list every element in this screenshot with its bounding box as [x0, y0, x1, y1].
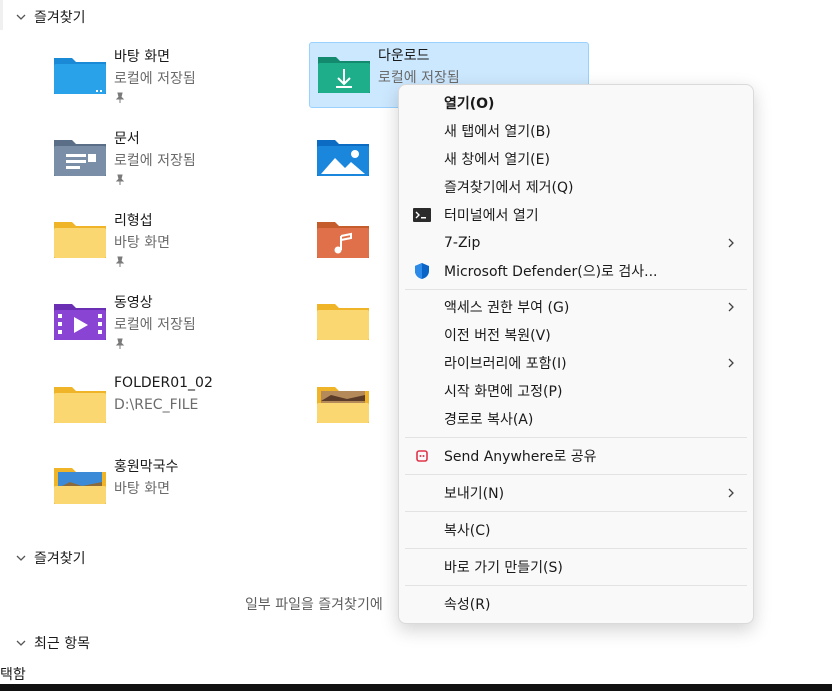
menu-item-grant-access[interactable]: 액세스 권한 부여 (G) [403, 294, 749, 320]
folder-name: 홍원막국수 [114, 459, 179, 475]
left-edge-line [0, 0, 3, 30]
taskbar-edge [0, 684, 832, 691]
downloads-folder-icon [318, 57, 370, 93]
menu-separator [405, 511, 747, 512]
photo-folder-icon [54, 468, 106, 504]
defender-shield-icon [415, 263, 429, 279]
menu-item-label: 속성(R) [444, 597, 491, 613]
menu-item-copy-path[interactable]: 경로로 복사(A) [403, 406, 749, 432]
menu-separator [405, 437, 747, 438]
folder-location: 바탕 화면 [114, 481, 170, 497]
desktop-folder-icon [54, 58, 106, 94]
folder-name: 문서 [114, 131, 140, 147]
menu-item-label: 보내기(N) [444, 486, 505, 502]
section-recent-header[interactable]: 최근 항목 [14, 633, 90, 653]
menu-item-copy[interactable]: 복사(C) [403, 517, 749, 543]
menu-item-label: 라이브러리에 포함(I) [444, 356, 567, 372]
menu-separator [405, 548, 747, 549]
chevron-right-icon [728, 302, 734, 312]
folder-tile-desktop[interactable]: 바탕 화면 로컬에 저장됨 [46, 44, 324, 108]
menu-item-defender-scan[interactable]: Microsoft Defender(으)로 검사... [403, 258, 749, 284]
folder-location: 로컬에 저장됨 [114, 317, 196, 333]
menu-item-label: 새 탭에서 열기(B) [444, 124, 551, 140]
menu-separator [405, 289, 747, 290]
menu-item-open[interactable]: 열기(O) [403, 90, 749, 116]
menu-item-remove-favorite[interactable]: 즐겨찾기에서 제거(Q) [403, 174, 749, 200]
chevron-right-icon [728, 358, 734, 368]
menu-separator [405, 474, 747, 475]
menu-item-label: 열기(O) [444, 96, 495, 112]
menu-item-label: 복사(C) [444, 523, 491, 539]
chevron-down-icon [16, 640, 26, 646]
menu-item-open-new-window[interactable]: 새 창에서 열기(E) [403, 146, 749, 172]
folder-name: 다운로드 [378, 48, 430, 64]
menu-item-label: 터미널에서 열기 [444, 208, 539, 224]
menu-item-label: 즐겨찾기에서 제거(Q) [444, 180, 574, 196]
folder-icon [54, 222, 106, 258]
folder-name: FOLDER01_02 [114, 375, 213, 391]
chevron-down-icon [16, 555, 26, 561]
folder-location: 로컬에 저장됨 [114, 153, 196, 169]
menu-item-label: 시작 화면에 고정(P) [444, 384, 563, 400]
videos-folder-icon [54, 304, 106, 340]
menu-item-label: 액세스 권한 부여 (G) [444, 300, 570, 316]
folder-name: 바탕 화면 [114, 49, 170, 65]
menu-item-send-anywhere[interactable]: Send Anywhere로 공유 [403, 443, 749, 469]
empty-favorites-note: 일부 파일을 즐겨찾기에 [245, 597, 383, 613]
folder-location: 바탕 화면 [114, 235, 170, 251]
menu-item-label: Send Anywhere로 공유 [444, 449, 597, 465]
photo-folder-icon [317, 387, 369, 423]
folder-icon [317, 304, 369, 340]
send-anywhere-icon [416, 450, 428, 462]
context-menu: 열기(O) 새 탭에서 열기(B) 새 창에서 열기(E) 즐겨찾기에서 제거(… [398, 84, 754, 624]
section-title: 즐겨찾기 [34, 10, 86, 26]
folder-tile-folder01-02[interactable]: FOLDER01_02 D:\REC_FILE [46, 373, 324, 437]
menu-item-label: 새 창에서 열기(E) [444, 152, 550, 168]
chevron-right-icon [728, 488, 734, 498]
terminal-icon [413, 208, 431, 222]
folder-tile-hongwon[interactable]: 홍원막국수 바탕 화면 [46, 454, 324, 518]
section-title: 최근 항목 [34, 636, 90, 652]
section-favorites-files-header[interactable]: 즐겨찾기 [14, 548, 86, 568]
folder-name: 동영상 [114, 295, 153, 311]
pin-icon [115, 174, 125, 185]
music-folder-icon [317, 222, 369, 258]
menu-item-create-shortcut[interactable]: 바로 가기 만들기(S) [403, 554, 749, 580]
menu-separator [405, 585, 747, 586]
status-bar-text: 택함 [0, 667, 26, 683]
menu-item-7zip[interactable]: 7-Zip [403, 230, 749, 256]
documents-folder-icon [54, 140, 106, 176]
menu-item-pin-start[interactable]: 시작 화면에 고정(P) [403, 378, 749, 404]
pictures-folder-icon [317, 140, 369, 176]
menu-item-include-library[interactable]: 라이브러리에 포함(I) [403, 350, 749, 376]
pin-icon [115, 338, 125, 349]
folder-icon [54, 387, 106, 423]
menu-item-label: 바로 가기 만들기(S) [444, 560, 563, 576]
menu-item-label: Microsoft Defender(으)로 검사... [444, 264, 658, 280]
chevron-right-icon [728, 238, 734, 248]
folder-tile-documents[interactable]: 문서 로컬에 저장됨 [46, 126, 324, 190]
menu-item-restore-versions[interactable]: 이전 버전 복원(V) [403, 322, 749, 348]
menu-item-label: 이전 버전 복원(V) [444, 328, 551, 344]
chevron-down-icon [16, 14, 26, 20]
folder-tile-videos[interactable]: 동영상 로컬에 저장됨 [46, 290, 324, 354]
menu-item-properties[interactable]: 속성(R) [403, 591, 749, 617]
section-favorites-header[interactable]: 즐겨찾기 [14, 7, 86, 27]
folder-location: 로컬에 저장됨 [114, 71, 196, 87]
menu-item-label: 7-Zip [444, 235, 481, 251]
menu-item-label: 경로로 복사(A) [444, 412, 534, 428]
folder-name: 리형섭 [114, 213, 153, 229]
pin-icon [115, 256, 125, 267]
section-title: 즐겨찾기 [34, 551, 86, 567]
folder-location: D:\REC_FILE [114, 397, 199, 413]
folder-tile-rihyeongseop[interactable]: 리형섭 바탕 화면 [46, 208, 324, 272]
menu-item-open-terminal[interactable]: 터미널에서 열기 [403, 202, 749, 228]
menu-item-open-new-tab[interactable]: 새 탭에서 열기(B) [403, 118, 749, 144]
menu-item-send-to[interactable]: 보내기(N) [403, 480, 749, 506]
pin-icon [115, 92, 125, 103]
